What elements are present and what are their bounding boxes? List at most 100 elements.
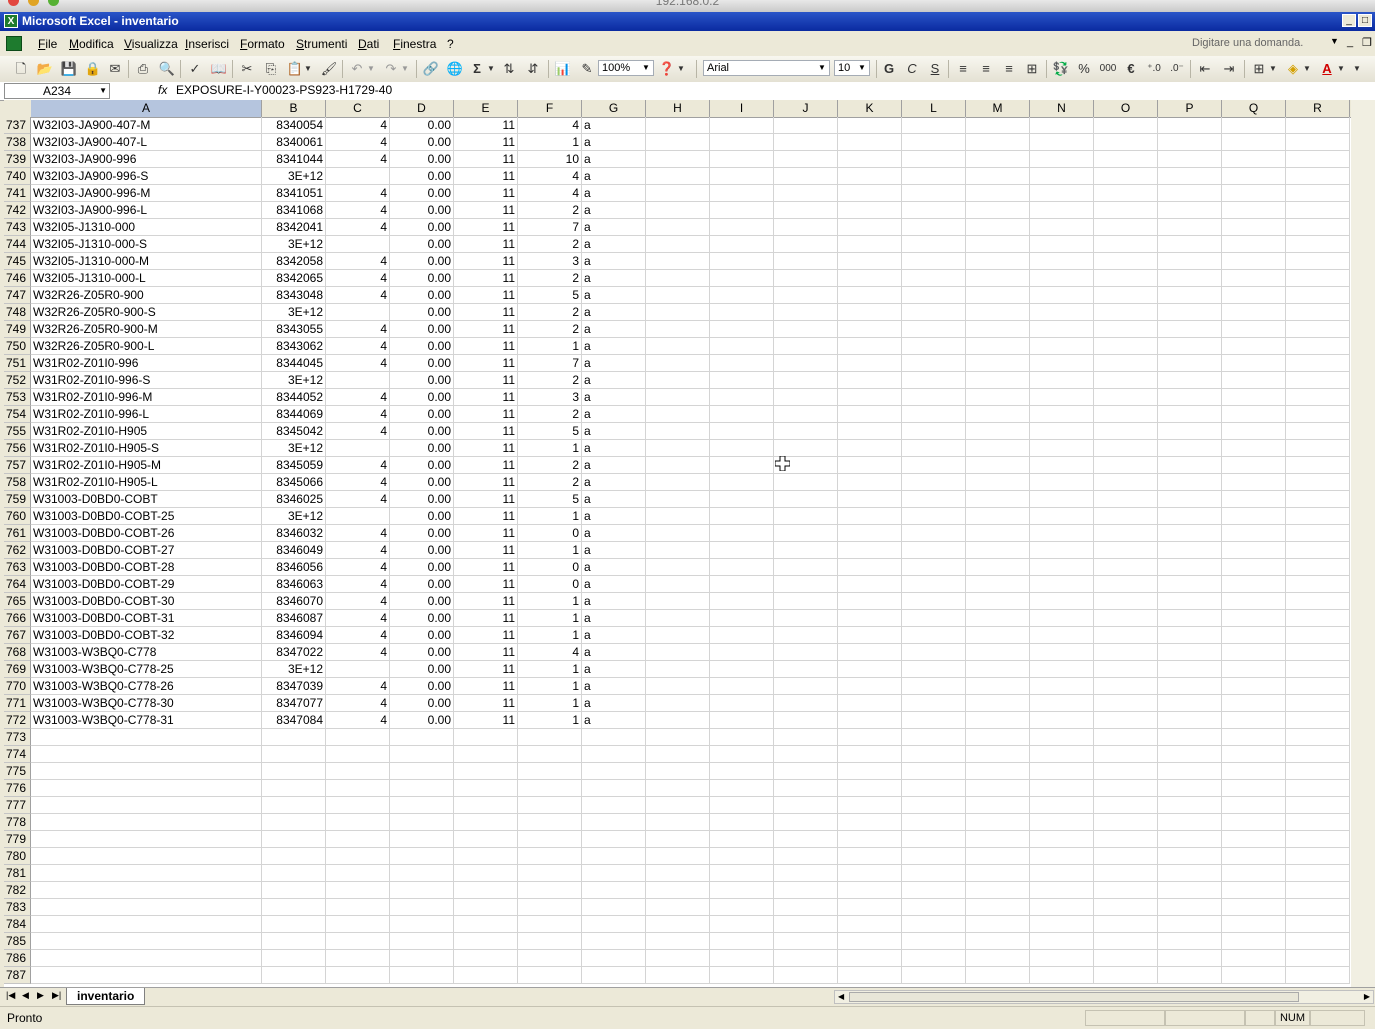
cell-b[interactable]: 3E+12: [262, 168, 326, 185]
row-header[interactable]: 753: [4, 389, 31, 406]
cell-l[interactable]: [902, 338, 966, 355]
cell-n[interactable]: [1030, 355, 1094, 372]
cell-r[interactable]: [1286, 389, 1350, 406]
cell-f[interactable]: 10: [518, 151, 582, 168]
cell-k[interactable]: [838, 729, 902, 746]
cell-q[interactable]: [1222, 219, 1286, 236]
cell-k[interactable]: [838, 287, 902, 304]
cell-c[interactable]: 4: [326, 321, 390, 338]
cell-k[interactable]: [838, 185, 902, 202]
cell-a[interactable]: W32I05-J1310-000-M: [31, 253, 262, 270]
cell-r[interactable]: [1286, 304, 1350, 321]
cell-k[interactable]: [838, 814, 902, 831]
cell-o[interactable]: [1094, 780, 1158, 797]
cell-h[interactable]: [646, 423, 710, 440]
cell-a[interactable]: W31003-D0BD0-COBT-31: [31, 610, 262, 627]
cell-g[interactable]: a: [582, 287, 646, 304]
cell-f[interactable]: [518, 746, 582, 763]
cell-e[interactable]: 11: [454, 117, 518, 134]
cell-e[interactable]: 11: [454, 508, 518, 525]
cell-q[interactable]: [1222, 389, 1286, 406]
cell-i[interactable]: [710, 117, 774, 134]
cell-p[interactable]: [1158, 508, 1222, 525]
cell-d[interactable]: [390, 967, 454, 984]
cell-i[interactable]: [710, 440, 774, 457]
cell-l[interactable]: [902, 559, 966, 576]
cell-p[interactable]: [1158, 372, 1222, 389]
cell-h[interactable]: [646, 916, 710, 933]
cell-k[interactable]: [838, 134, 902, 151]
cell-h[interactable]: [646, 338, 710, 355]
cell-j[interactable]: [774, 848, 838, 865]
column-header-h[interactable]: H: [646, 100, 710, 117]
euro-button[interactable]: €: [1122, 60, 1140, 78]
cell-m[interactable]: [966, 593, 1030, 610]
cell-j[interactable]: [774, 610, 838, 627]
cell-q[interactable]: [1222, 712, 1286, 729]
cell-b[interactable]: 8346070: [262, 593, 326, 610]
cell-i[interactable]: [710, 304, 774, 321]
cell-l[interactable]: [902, 763, 966, 780]
cell-c[interactable]: 4: [326, 423, 390, 440]
cell-i[interactable]: [710, 525, 774, 542]
name-box[interactable]: A234 ▼: [4, 83, 110, 99]
autosum-icon[interactable]: Σ: [468, 60, 486, 78]
cell-q[interactable]: [1222, 372, 1286, 389]
cell-p[interactable]: [1158, 916, 1222, 933]
cell-i[interactable]: [710, 287, 774, 304]
column-header-i[interactable]: I: [710, 100, 774, 117]
cell-q[interactable]: [1222, 848, 1286, 865]
cell-p[interactable]: [1158, 865, 1222, 882]
cell-f[interactable]: 1: [518, 508, 582, 525]
cell-g[interactable]: a: [582, 525, 646, 542]
cell-q[interactable]: [1222, 134, 1286, 151]
cell-d[interactable]: 0.00: [390, 491, 454, 508]
cell-c[interactable]: [326, 933, 390, 950]
cell-j[interactable]: [774, 253, 838, 270]
cell-d[interactable]: 0.00: [390, 508, 454, 525]
cell-e[interactable]: [454, 899, 518, 916]
cell-b[interactable]: [262, 967, 326, 984]
borders-icon[interactable]: ⊞: [1250, 60, 1268, 78]
cell-a[interactable]: [31, 797, 262, 814]
row-header[interactable]: 757: [4, 457, 31, 474]
row-header[interactable]: 774: [4, 746, 31, 763]
cell-d[interactable]: 0.00: [390, 440, 454, 457]
cell-b[interactable]: 8346025: [262, 491, 326, 508]
cell-f[interactable]: 3: [518, 253, 582, 270]
cell-q[interactable]: [1222, 797, 1286, 814]
cell-i[interactable]: [710, 559, 774, 576]
cell-k[interactable]: [838, 763, 902, 780]
cell-q[interactable]: [1222, 950, 1286, 967]
new-icon[interactable]: 🗋: [12, 60, 30, 78]
cell-g[interactable]: a: [582, 644, 646, 661]
cell-f[interactable]: [518, 780, 582, 797]
cell-p[interactable]: [1158, 644, 1222, 661]
cell-g[interactable]: a: [582, 202, 646, 219]
cell-i[interactable]: [710, 185, 774, 202]
cell-c[interactable]: [326, 763, 390, 780]
cell-p[interactable]: [1158, 338, 1222, 355]
cell-p[interactable]: [1158, 780, 1222, 797]
cell-i[interactable]: [710, 831, 774, 848]
cell-q[interactable]: [1222, 559, 1286, 576]
cell-c[interactable]: 4: [326, 389, 390, 406]
cell-a[interactable]: [31, 916, 262, 933]
cell-h[interactable]: [646, 457, 710, 474]
cell-q[interactable]: [1222, 253, 1286, 270]
cell-l[interactable]: [902, 746, 966, 763]
cell-m[interactable]: [966, 474, 1030, 491]
cell-l[interactable]: [902, 372, 966, 389]
cell-n[interactable]: [1030, 287, 1094, 304]
cell-i[interactable]: [710, 406, 774, 423]
first-sheet-icon[interactable]: |◀: [6, 990, 15, 1001]
cell-b[interactable]: 8340054: [262, 117, 326, 134]
cell-b[interactable]: 8347039: [262, 678, 326, 695]
cell-o[interactable]: [1094, 916, 1158, 933]
cell-l[interactable]: [902, 967, 966, 984]
cell-i[interactable]: [710, 508, 774, 525]
cell-j[interactable]: [774, 559, 838, 576]
copy-icon[interactable]: ⎘: [262, 60, 280, 78]
cell-k[interactable]: [838, 593, 902, 610]
cell-o[interactable]: [1094, 372, 1158, 389]
